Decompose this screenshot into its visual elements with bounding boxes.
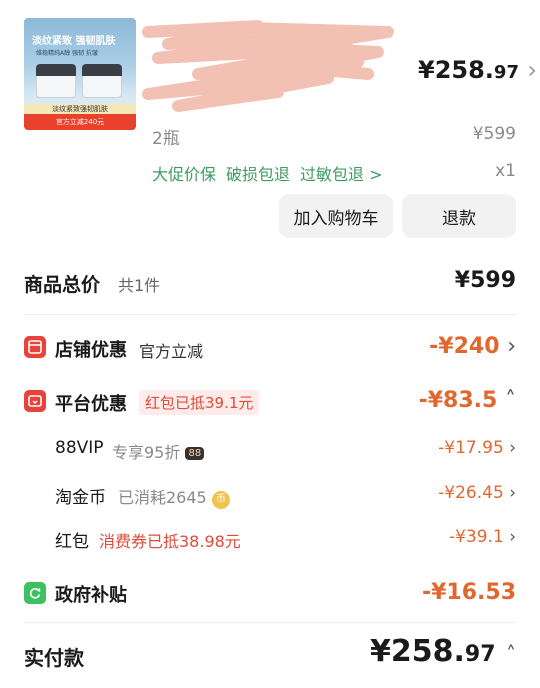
product-image-band: 淡纹紧致强韧肌肤: [24, 104, 136, 114]
add-to-cart-button[interactable]: 加入购物车: [279, 194, 393, 238]
product-variant: 2瓶: [152, 129, 180, 149]
jar-graphic: [36, 64, 76, 98]
shop-discount-row[interactable]: -¥240 ›: [429, 334, 516, 359]
refresh-icon: [24, 582, 46, 604]
vip-discount-value: -¥17.95: [438, 438, 504, 458]
taojinbi-desc: 已消耗2645: [118, 488, 207, 507]
service-price-protect: 大促价保: [152, 165, 217, 184]
chevron-up-icon: ˄: [506, 642, 516, 666]
hongbao-desc: 消费券已抵38.98元: [99, 532, 241, 551]
gov-subsidy-label: 政府补贴: [55, 585, 127, 606]
vip-discount-desc: 专享95折: [112, 443, 181, 462]
chevron-right-icon: ›: [509, 483, 516, 503]
taojinbi-desc-wrap: 已消耗2645 币: [118, 484, 230, 509]
vip-discount-row[interactable]: -¥17.95 ›: [438, 438, 516, 458]
total-item-count: 共1件: [118, 276, 161, 295]
coupon-icon: [24, 390, 46, 412]
vip-discount-label: 88VIP: [55, 438, 104, 458]
payment-label: 实付款: [24, 646, 84, 670]
hongbao-row[interactable]: -¥39.1 ›: [449, 527, 516, 547]
divider: [24, 314, 516, 315]
product-quantity: x1: [495, 161, 516, 181]
service-guarantees[interactable]: 大促价保 破损包退 过敏包退 >: [152, 161, 393, 185]
redaction-scribble: [142, 20, 394, 112]
product-image[interactable]: 淡纹紧致 强韧肌肤 维稳精纯A醇 强韧 抗皱 淡纹紧致强韧肌肤 官方立减240元: [24, 18, 136, 130]
chevron-right-icon: ›: [509, 438, 516, 458]
chevron-right-icon: ›: [509, 527, 516, 547]
chevron-right-icon: ›: [507, 334, 516, 359]
platform-discount-tag: 红包已抵39.1元: [139, 390, 260, 415]
service-damage-return: 破损包退: [226, 165, 291, 184]
shop-discount-value: -¥240: [429, 334, 500, 359]
taojinbi-label: 淘金币: [55, 488, 106, 508]
product-price-main: ¥258.: [418, 56, 494, 84]
shop-discount-desc: 官方立减: [139, 342, 204, 361]
divider: [24, 622, 516, 623]
service-allergy-return: 过敏包退 >: [300, 165, 383, 184]
product-image-promo: 官方立减240元: [24, 114, 136, 130]
platform-discount-row[interactable]: -¥83.5 ˄: [419, 388, 516, 413]
total-price-value: ¥599: [454, 268, 516, 293]
hongbao-value: -¥39.1: [448, 527, 504, 547]
product-image-title: 淡纹紧致 强韧肌肤: [32, 36, 116, 47]
product-price[interactable]: ¥258.97 ›: [418, 56, 537, 84]
product-price-decimal: 97: [493, 62, 519, 83]
chevron-right-icon: ›: [527, 56, 537, 84]
product-image-subtitle: 维稳精纯A醇 强韧 抗皱: [36, 50, 98, 57]
total-price-label: 商品总价: [24, 274, 101, 296]
shop-discount-label: 店铺优惠: [55, 340, 127, 361]
payment-value-decimal: 97: [464, 642, 496, 667]
jar-graphic: [82, 64, 122, 98]
platform-discount-value: -¥83.5: [418, 388, 498, 413]
payment-value-main: ¥258.: [370, 634, 465, 669]
platform-discount-label: 平台优惠: [55, 394, 127, 415]
hongbao-label: 红包: [55, 532, 89, 552]
shop-icon: [24, 336, 46, 358]
vip-discount-desc-wrap: 专享95折 88: [112, 439, 205, 463]
chevron-up-icon: ˄: [505, 388, 516, 413]
vip-badge-icon: 88: [185, 447, 205, 460]
refund-button[interactable]: 退款: [402, 194, 516, 238]
payment-total[interactable]: ¥258.97 ˄: [370, 634, 516, 669]
product-original-price: ¥599: [472, 124, 516, 144]
taojinbi-row[interactable]: -¥26.45 ›: [438, 483, 516, 503]
gov-subsidy-value: -¥16.53: [421, 580, 516, 605]
taojinbi-value: -¥26.45: [438, 483, 504, 503]
coin-icon: 币: [211, 491, 230, 509]
